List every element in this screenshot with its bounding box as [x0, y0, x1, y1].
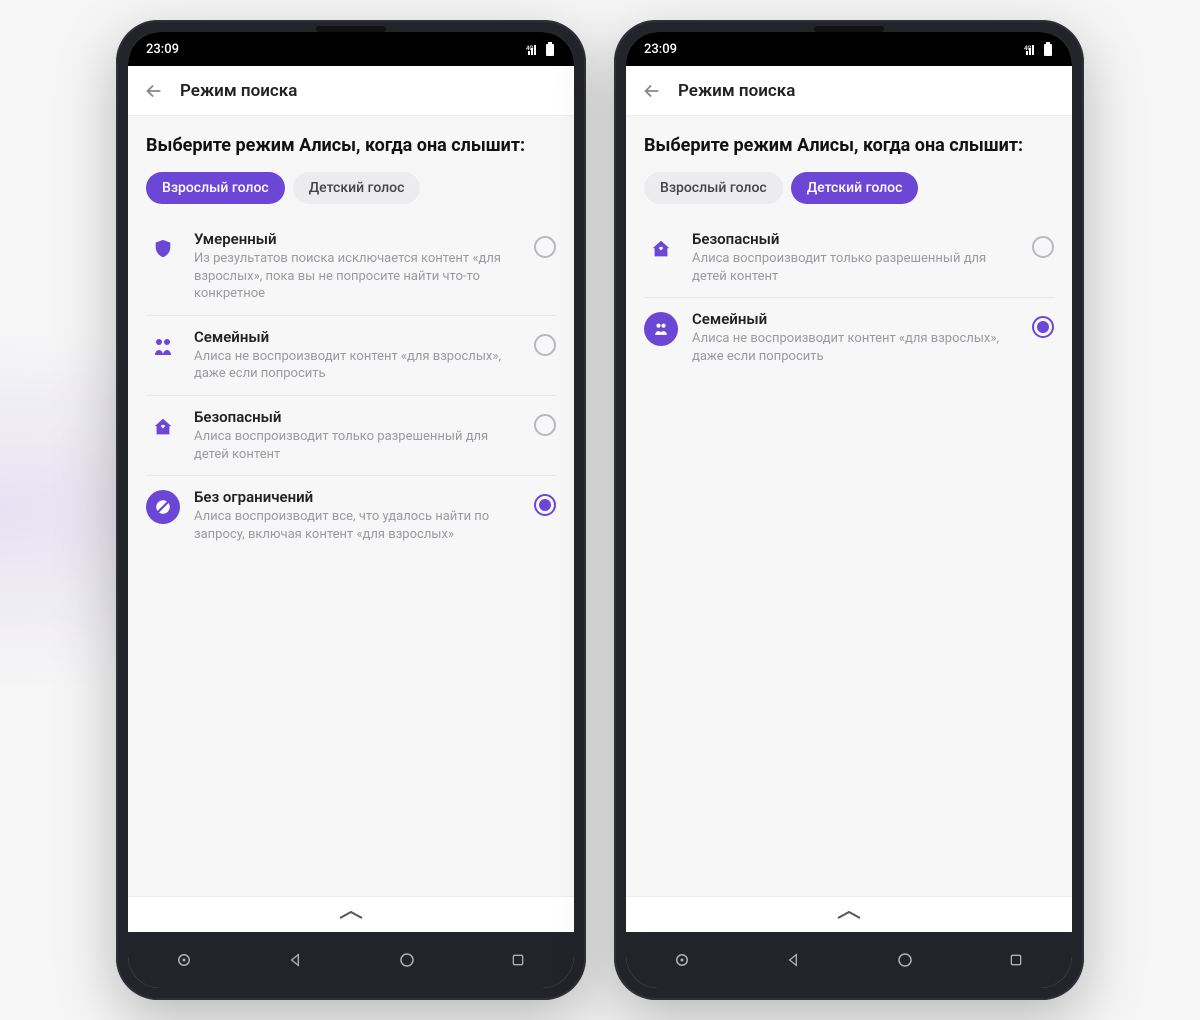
tab-child-voice[interactable]: Детский голос [791, 172, 919, 204]
nav-home-button[interactable] [385, 938, 429, 982]
options-list: Умеренный Из результатов поиска исключае… [146, 218, 556, 555]
status-icons: 4G [1024, 42, 1054, 56]
dot-ring-icon [175, 951, 193, 969]
option-moderate[interactable]: Умеренный Из результатов поиска исключае… [146, 218, 556, 316]
phone-screen: 23:09 4G Режим поиска Выберите режим Али… [128, 32, 574, 988]
tab-child-voice[interactable]: Детский голос [293, 172, 421, 204]
option-body: Умеренный Из результатов поиска исключае… [194, 230, 520, 303]
content-area: Выберите режим Алисы, когда она слышит: … [626, 116, 1072, 896]
content-area: Выберите режим Алисы, когда она слышит: … [128, 116, 574, 896]
home-icon [644, 232, 678, 266]
app-bar: Режим поиска [626, 66, 1072, 116]
bottom-drag-hint[interactable] [128, 896, 574, 932]
signal-4g-icon: 4G [1024, 43, 1038, 55]
nav-recent-button[interactable] [994, 938, 1038, 982]
option-family[interactable]: Семейный Алиса не воспроизводит контент … [644, 298, 1054, 377]
option-family[interactable]: Семейный Алиса не воспроизводит контент … [146, 316, 556, 396]
nav-home-button[interactable] [883, 938, 927, 982]
status-time: 23:09 [146, 42, 179, 57]
radio-button[interactable] [534, 334, 556, 356]
bottom-drag-hint[interactable] [626, 896, 1072, 932]
status-bar: 23:09 4G [128, 32, 574, 66]
family-icon [644, 312, 678, 346]
tab-adult-voice[interactable]: Взрослый голос [644, 172, 783, 204]
nav-assistant-button[interactable] [660, 938, 704, 982]
option-desc: Из результатов поиска исключается контен… [194, 250, 520, 303]
battery-icon [1042, 42, 1054, 56]
option-desc: Алиса не воспроизводит контент «для взро… [194, 348, 520, 383]
back-button[interactable] [142, 79, 166, 103]
chevron-up-icon [834, 908, 864, 922]
square-icon [1008, 952, 1024, 968]
option-safe[interactable]: Безопасный Алиса воспроизводит только ра… [146, 396, 556, 476]
nav-recent-button[interactable] [496, 938, 540, 982]
option-title: Семейный [194, 328, 520, 346]
option-desc: Алиса воспроизводит все, что удалось най… [194, 508, 520, 543]
option-title: Умеренный [194, 230, 520, 248]
status-icons: 4G [526, 42, 556, 56]
option-title: Без ограничений [194, 488, 520, 506]
options-list: Безопасный Алиса воспроизводит только ра… [644, 218, 1054, 377]
option-safe[interactable]: Безопасный Алиса воспроизводит только ра… [644, 218, 1054, 298]
option-body: Безопасный Алиса воспроизводит только ра… [194, 408, 520, 463]
option-body: Без ограничений Алиса воспроизводит все,… [194, 488, 520, 543]
radio-button[interactable] [534, 414, 556, 436]
option-title: Безопасный [692, 230, 1018, 248]
battery-icon [544, 42, 556, 56]
status-time: 23:09 [644, 42, 677, 57]
home-icon [146, 410, 180, 444]
option-desc: Алиса не воспроизводит контент «для взро… [692, 330, 1018, 365]
option-body: Семейный Алиса не воспроизводит контент … [194, 328, 520, 383]
option-desc: Алиса воспроизводит только разрешенный д… [194, 428, 520, 463]
shield-icon [146, 232, 180, 266]
option-unlimited[interactable]: Без ограничений Алиса воспроизводит все,… [146, 476, 556, 555]
radio-button[interactable] [534, 494, 556, 516]
unlimited-icon [146, 490, 180, 524]
arrow-left-icon [641, 80, 663, 102]
family-icon [146, 330, 180, 364]
circle-icon [896, 951, 914, 969]
circle-icon [398, 951, 416, 969]
system-nav-bar [128, 932, 574, 988]
option-title: Безопасный [194, 408, 520, 426]
page-title: Режим поиска [180, 81, 297, 101]
nav-back-button[interactable] [273, 938, 317, 982]
option-body: Безопасный Алиса воспроизводит только ра… [692, 230, 1018, 285]
phone-frame-right: 23:09 4G Режим поиска Выберите режим Али… [614, 20, 1084, 1000]
section-heading: Выберите режим Алисы, когда она слышит: [146, 134, 556, 158]
square-icon [510, 952, 526, 968]
option-desc: Алиса воспроизводит только разрешенный д… [692, 250, 1018, 285]
signal-4g-icon: 4G [526, 43, 540, 55]
radio-button[interactable] [1032, 316, 1054, 338]
phone-frame-left: 23:09 4G Режим поиска Выберите режим Али… [116, 20, 586, 1000]
page-title: Режим поиска [678, 81, 795, 101]
arrow-left-icon [143, 80, 165, 102]
nav-back-button[interactable] [771, 938, 815, 982]
voice-tabs: Взрослый голос Детский голос [146, 172, 556, 204]
nav-assistant-button[interactable] [162, 938, 206, 982]
tab-adult-voice[interactable]: Взрослый голос [146, 172, 285, 204]
option-title: Семейный [692, 310, 1018, 328]
back-button[interactable] [640, 79, 664, 103]
voice-tabs: Взрослый голос Детский голос [644, 172, 1054, 204]
status-bar: 23:09 4G [626, 32, 1072, 66]
chevron-up-icon [336, 908, 366, 922]
triangle-left-icon [287, 952, 303, 968]
app-bar: Режим поиска [128, 66, 574, 116]
phone-screen: 23:09 4G Режим поиска Выберите режим Али… [626, 32, 1072, 988]
section-heading: Выберите режим Алисы, когда она слышит: [644, 134, 1054, 158]
dot-ring-icon [673, 951, 691, 969]
system-nav-bar [626, 932, 1072, 988]
radio-button[interactable] [1032, 236, 1054, 258]
triangle-left-icon [785, 952, 801, 968]
radio-button[interactable] [534, 236, 556, 258]
option-body: Семейный Алиса не воспроизводит контент … [692, 310, 1018, 365]
